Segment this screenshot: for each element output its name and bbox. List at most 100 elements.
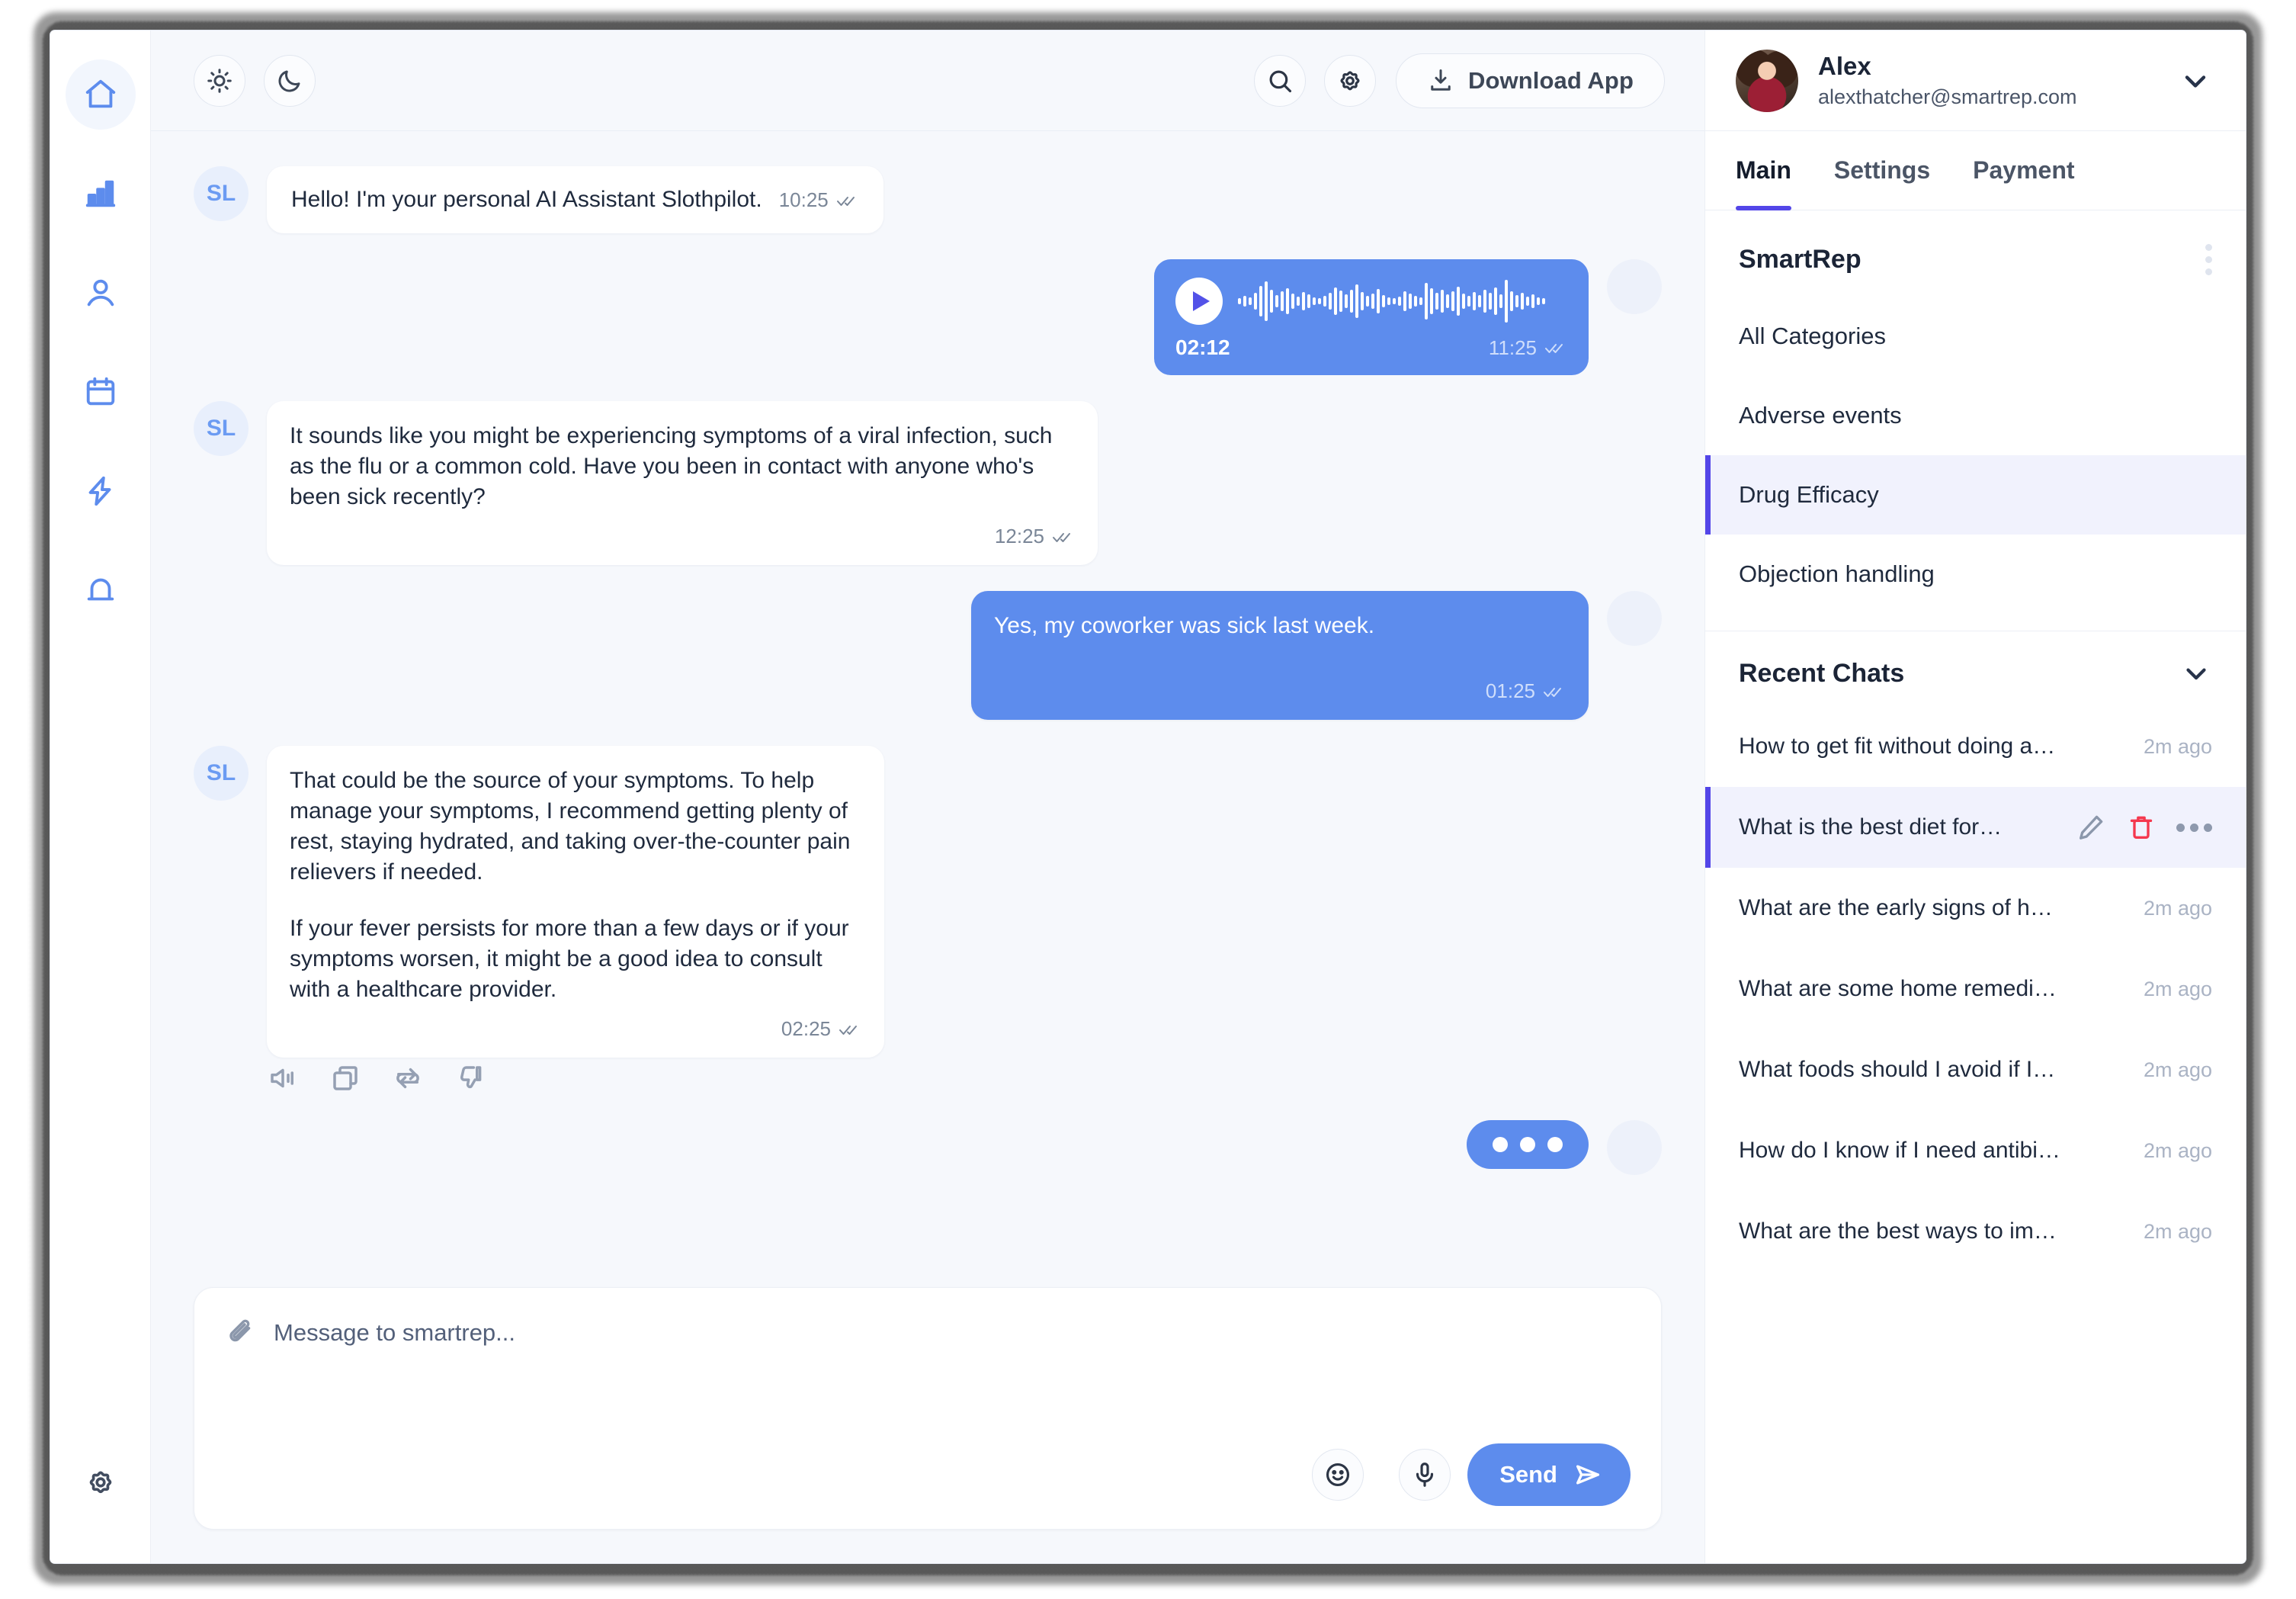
message-row: SL That could be the source of your symp… <box>194 746 1662 1058</box>
tab-settings[interactable]: Settings <box>1834 131 1930 210</box>
message-action-bar <box>267 1062 1662 1094</box>
message-composer: Message to smartrep... Send <box>194 1287 1662 1530</box>
lightning-icon <box>83 474 118 509</box>
message-bubble-assistant: It sounds like you might be experiencing… <box>267 401 1098 565</box>
tab-main[interactable]: Main <box>1736 131 1791 210</box>
avatar <box>1736 49 1798 112</box>
search-button[interactable] <box>1253 54 1306 107</box>
chat-time: 2m ago <box>2143 977 2212 1000</box>
chat-title: How to get fit without doing a… <box>1739 734 2056 759</box>
copy-icon[interactable] <box>329 1062 361 1094</box>
toolbar-actions: Download App <box>1253 53 1665 108</box>
chat-title: How do I know if I need antibi… <box>1739 1138 2060 1163</box>
audio-duration: 02:12 <box>1175 336 1230 359</box>
message-bubble-audio[interactable]: 02:12 11:25 <box>1154 259 1589 375</box>
send-button[interactable]: Send <box>1467 1443 1631 1506</box>
home-icon <box>83 77 118 112</box>
message-row: 02:12 11:25 <box>194 259 1662 375</box>
message-time: 10:25 <box>778 188 829 211</box>
emoji-button[interactable] <box>1312 1449 1364 1501</box>
app-window: Download App SL Hello! I'm your personal… <box>50 31 2246 1563</box>
chat-main: Download App SL Hello! I'm your personal… <box>151 31 1704 1563</box>
profile-email: alexthatcher@smartrep.com <box>1818 85 2077 108</box>
chevron-down-icon[interactable] <box>2179 64 2212 98</box>
message-text: That could be the source of your symptom… <box>290 768 851 885</box>
list-item[interactable]: What foods should I avoid if I… 2m ago <box>1705 1029 2246 1110</box>
play-button[interactable] <box>1175 278 1223 325</box>
avatar <box>1607 1120 1662 1175</box>
profile-header[interactable]: Alex alexthatcher@smartrep.com <box>1705 31 2246 131</box>
sidebar-item-settings[interactable] <box>66 1447 136 1517</box>
avatar: SL <box>194 746 249 801</box>
list-item[interactable]: What are the early signs of h… 2m ago <box>1705 868 2246 949</box>
list-item[interactable]: How do I know if I need antibi… 2m ago <box>1705 1110 2246 1191</box>
avatar <box>1607 591 1662 646</box>
message-time: 11:25 <box>1488 336 1537 359</box>
list-item[interactable]: What is the best diet for… <box>1705 787 2246 868</box>
read-receipt-icon <box>839 1022 861 1037</box>
more-icon[interactable] <box>2176 823 2212 832</box>
edit-icon[interactable] <box>2076 812 2106 843</box>
chevron-down-icon[interactable] <box>2180 657 2212 689</box>
bar-chart-icon <box>83 176 118 211</box>
message-text: If your fever persists for more than a f… <box>290 916 849 1002</box>
speaker-icon[interactable] <box>267 1062 299 1094</box>
profile-text: Alex alexthatcher@smartrep.com <box>1818 52 2077 109</box>
list-item[interactable]: What are the best ways to im… 2m ago <box>1705 1191 2246 1272</box>
dark-mode-button[interactable] <box>264 54 316 107</box>
audio-player <box>1175 278 1567 325</box>
sidebar-item-notifications[interactable] <box>66 555 136 625</box>
light-mode-button[interactable] <box>194 54 245 107</box>
panel-body: SmartRep All Categories Adverse events D… <box>1705 210 2246 1563</box>
chat-title: What are the early signs of h… <box>1739 895 2053 920</box>
section-header: SmartRep <box>1705 210 2246 297</box>
message-time: 12:25 <box>994 525 1044 547</box>
calendar-icon <box>83 374 118 409</box>
gear-icon <box>1336 66 1364 95</box>
microphone-button[interactable] <box>1399 1449 1451 1501</box>
message-input[interactable]: Message to smartrep... <box>274 1319 515 1347</box>
settings-button[interactable] <box>1323 54 1376 107</box>
composer-actions: Send <box>225 1443 1631 1506</box>
avatar: SL <box>194 166 249 221</box>
section-title: SmartRep <box>1739 245 1861 274</box>
emoji-icon <box>1323 1460 1352 1489</box>
message-bubble-user: Yes, my coworker was sick last week. 01:… <box>971 591 1589 720</box>
read-receipt-icon <box>1543 684 1566 699</box>
top-toolbar: Download App <box>151 31 1704 131</box>
sidebar-item-automations[interactable] <box>66 456 136 526</box>
recent-chats-header[interactable]: Recent Chats <box>1705 631 2246 706</box>
category-item-all-categories[interactable]: All Categories <box>1705 297 2246 376</box>
paperclip-icon[interactable] <box>225 1317 257 1349</box>
category-item-objection-handling[interactable]: Objection handling <box>1705 535 2246 614</box>
sidebar-item-analytics[interactable] <box>66 159 136 229</box>
chat-time: 2m ago <box>2143 1219 2212 1243</box>
category-item-adverse-events[interactable]: Adverse events <box>1705 376 2246 455</box>
left-nav-rail <box>50 31 151 1563</box>
message-row: SL Hello! I'm your personal AI Assistant… <box>194 166 1662 233</box>
message-bubble-assistant: That could be the source of your symptom… <box>267 746 884 1058</box>
read-receipt-icon <box>1544 340 1567 355</box>
send-icon <box>1573 1459 1603 1490</box>
avatar: SL <box>194 401 249 456</box>
panel-tabs: Main Settings Payment <box>1705 131 2246 210</box>
message-time: 01:25 <box>1485 679 1535 702</box>
message-time: 02:25 <box>781 1017 831 1040</box>
download-app-button[interactable]: Download App <box>1395 53 1665 108</box>
kebab-menu-icon[interactable] <box>2205 244 2212 275</box>
thumbs-down-icon[interactable] <box>454 1062 486 1094</box>
delete-icon[interactable] <box>2126 812 2157 843</box>
sidebar-item-calendar[interactable] <box>66 357 136 427</box>
moon-icon <box>276 67 303 95</box>
tab-payment[interactable]: Payment <box>1973 131 2074 210</box>
waveform[interactable] <box>1238 278 1545 325</box>
sun-icon <box>206 67 233 95</box>
microphone-icon <box>1410 1460 1439 1489</box>
search-icon <box>1265 66 1294 95</box>
list-item[interactable]: What are some home remedi… 2m ago <box>1705 949 2246 1029</box>
regenerate-icon[interactable] <box>392 1062 424 1094</box>
list-item[interactable]: How to get fit without doing a… 2m ago <box>1705 706 2246 787</box>
sidebar-item-home[interactable] <box>65 59 136 130</box>
category-item-drug-efficacy[interactable]: Drug Efficacy <box>1705 455 2246 535</box>
sidebar-item-contacts[interactable] <box>66 258 136 328</box>
